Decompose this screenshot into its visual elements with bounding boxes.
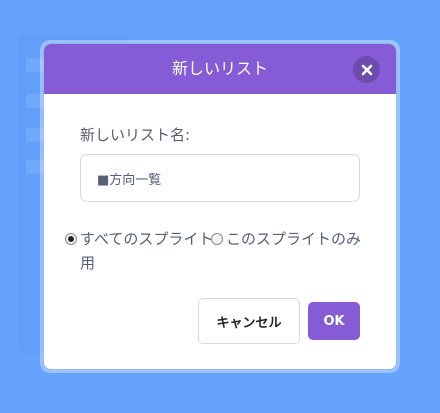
dialog-title: 新しいリスト (171, 59, 268, 78)
ok-button[interactable]: OK (308, 302, 360, 340)
close-icon (361, 64, 372, 75)
cancel-button[interactable]: キャンセル (198, 298, 300, 344)
list-name-input[interactable] (80, 154, 360, 202)
radio-all-sprites[interactable]: すべてのスプライト用 (65, 230, 226, 275)
radio-this-sprite-label: このスプライトのみ (226, 230, 362, 248)
radio-all-sprites-circle[interactable] (65, 233, 77, 245)
list-name-label: 新しいリスト名: (80, 126, 191, 144)
scope-radio-group: すべてのスプライト用 このスプライトのみ (65, 230, 370, 275)
close-button[interactable] (353, 56, 380, 83)
radio-all-sprites-label: すべてのスプライト用 (80, 230, 214, 272)
radio-this-sprite-circle[interactable] (211, 233, 223, 245)
dialog-header: 新しいリスト (44, 44, 396, 94)
radio-this-sprite[interactable]: このスプライトのみ (211, 230, 366, 275)
new-list-dialog: 新しいリスト 新しいリスト名: すべてのスプライト用 このスプライトのみ キャン… (44, 44, 396, 369)
